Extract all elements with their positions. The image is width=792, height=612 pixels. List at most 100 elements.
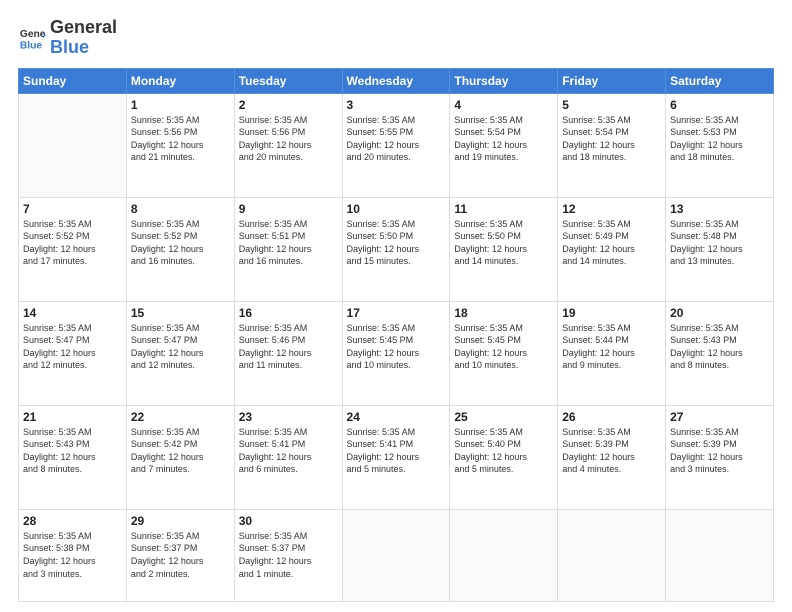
cell-info: Sunrise: 5:35 AMSunset: 5:47 PMDaylight:…: [23, 322, 122, 372]
day-number: 3: [347, 98, 446, 112]
svg-text:General: General: [20, 29, 46, 40]
cell-info: Sunrise: 5:35 AMSunset: 5:45 PMDaylight:…: [347, 322, 446, 372]
cell-info: Sunrise: 5:35 AMSunset: 5:56 PMDaylight:…: [131, 114, 230, 164]
day-number: 9: [239, 202, 338, 216]
calendar-cell: 14 Sunrise: 5:35 AMSunset: 5:47 PMDayligh…: [19, 301, 127, 405]
calendar-cell: 22Sunrise: 5:35 AMSunset: 5:42 PMDayligh…: [126, 405, 234, 509]
day-number: 5: [562, 98, 661, 112]
cell-info: Sunrise: 5:35 AMSunset: 5:39 PMDaylight:…: [670, 426, 769, 476]
cell-info: Sunrise: 5:35 AMSunset: 5:38 PMDaylight:…: [23, 530, 122, 580]
calendar-header-row: SundayMondayTuesdayWednesdayThursdayFrid…: [19, 68, 774, 93]
calendar-cell: 11 Sunrise: 5:35 AMSunset: 5:50 PMDayligh…: [450, 197, 558, 301]
day-number: 4: [454, 98, 553, 112]
calendar-cell: [558, 509, 666, 601]
calendar-cell: 24 Sunrise: 5:35 AMSunset: 5:41 PMDayligh…: [342, 405, 450, 509]
day-number: 23: [239, 410, 338, 424]
calendar-cell: 19 Sunrise: 5:35 AMSunset: 5:44 PMDayligh…: [558, 301, 666, 405]
day-number: 15: [131, 306, 230, 320]
cell-info: Sunrise: 5:35 AMSunset: 5:54 PMDaylight:…: [562, 114, 661, 164]
calendar-cell: 2 Sunrise: 5:35 AMSunset: 5:56 PMDaylight…: [234, 93, 342, 197]
cell-info: Sunrise: 5:35 AMSunset: 5:42 PMDaylight:…: [131, 426, 230, 476]
day-number: 27: [670, 410, 769, 424]
logo-blue-text: Blue: [50, 37, 89, 57]
day-of-week-saturday: Saturday: [666, 68, 774, 93]
day-of-week-monday: Monday: [126, 68, 234, 93]
calendar-cell: 28 Sunrise: 5:35 AMSunset: 5:38 PMDayligh…: [19, 509, 127, 601]
day-number: 17: [347, 306, 446, 320]
calendar-cell: 16 Sunrise: 5:35 AMSunset: 5:46 PMDayligh…: [234, 301, 342, 405]
logo-icon: General Blue: [18, 24, 46, 52]
logo-wordmark: General Blue: [50, 18, 117, 58]
day-number: 14: [23, 306, 122, 320]
cell-info: Sunrise: 5:35 AMSunset: 5:45 PMDaylight:…: [454, 322, 553, 372]
day-number: 20: [670, 306, 769, 320]
cell-info: Sunrise: 5:35 AMSunset: 5:51 PMDaylight:…: [239, 218, 338, 268]
day-of-week-sunday: Sunday: [19, 68, 127, 93]
calendar-cell: 9 Sunrise: 5:35 AMSunset: 5:51 PMDaylight…: [234, 197, 342, 301]
calendar-week-row: 1 Sunrise: 5:35 AMSunset: 5:56 PMDaylight…: [19, 93, 774, 197]
calendar-cell: 17 Sunrise: 5:35 AMSunset: 5:45 PMDayligh…: [342, 301, 450, 405]
calendar-cell: 29Sunrise: 5:35 AMSunset: 5:37 PMDayligh…: [126, 509, 234, 601]
cell-info: Sunrise: 5:35 AMSunset: 5:39 PMDaylight:…: [562, 426, 661, 476]
day-number: 28: [23, 514, 122, 528]
cell-info: Sunrise: 5:35 AMSunset: 5:50 PMDaylight:…: [454, 218, 553, 268]
calendar-cell: 12Sunrise: 5:35 AMSunset: 5:49 PMDayligh…: [558, 197, 666, 301]
calendar-cell: 13 Sunrise: 5:35 AMSunset: 5:48 PMDayligh…: [666, 197, 774, 301]
calendar-cell: 23 Sunrise: 5:35 AMSunset: 5:41 PMDayligh…: [234, 405, 342, 509]
calendar-week-row: 14 Sunrise: 5:35 AMSunset: 5:47 PMDayligh…: [19, 301, 774, 405]
day-number: 25: [454, 410, 553, 424]
calendar-table: SundayMondayTuesdayWednesdayThursdayFrid…: [18, 68, 774, 602]
header: General Blue General Blue: [18, 18, 774, 58]
calendar-cell: 25Sunrise: 5:35 AMSunset: 5:40 PMDayligh…: [450, 405, 558, 509]
calendar-cell: 21 Sunrise: 5:35 AMSunset: 5:43 PMDayligh…: [19, 405, 127, 509]
cell-info: Sunrise: 5:35 AMSunset: 5:41 PMDaylight:…: [347, 426, 446, 476]
calendar-cell: [450, 509, 558, 601]
calendar-cell: 27 Sunrise: 5:35 AMSunset: 5:39 PMDayligh…: [666, 405, 774, 509]
svg-text:Blue: Blue: [20, 40, 43, 51]
cell-info: Sunrise: 5:35 AMSunset: 5:46 PMDaylight:…: [239, 322, 338, 372]
day-number: 7: [23, 202, 122, 216]
logo-general-text: General: [50, 17, 117, 37]
cell-info: Sunrise: 5:35 AMSunset: 5:52 PMDaylight:…: [131, 218, 230, 268]
day-number: 24: [347, 410, 446, 424]
day-of-week-tuesday: Tuesday: [234, 68, 342, 93]
cell-info: Sunrise: 5:35 AMSunset: 5:54 PMDaylight:…: [454, 114, 553, 164]
day-of-week-friday: Friday: [558, 68, 666, 93]
page: General Blue General Blue SundayMondayTu…: [0, 0, 792, 612]
cell-info: Sunrise: 5:35 AMSunset: 5:37 PMDaylight:…: [131, 530, 230, 580]
calendar-cell: 3 Sunrise: 5:35 AMSunset: 5:55 PMDaylight…: [342, 93, 450, 197]
day-number: 19: [562, 306, 661, 320]
day-number: 21: [23, 410, 122, 424]
day-number: 11: [454, 202, 553, 216]
day-number: 6: [670, 98, 769, 112]
cell-info: Sunrise: 5:35 AMSunset: 5:56 PMDaylight:…: [239, 114, 338, 164]
day-number: 13: [670, 202, 769, 216]
day-number: 2: [239, 98, 338, 112]
cell-info: Sunrise: 5:35 AMSunset: 5:48 PMDaylight:…: [670, 218, 769, 268]
day-of-week-wednesday: Wednesday: [342, 68, 450, 93]
cell-info: Sunrise: 5:35 AMSunset: 5:44 PMDaylight:…: [562, 322, 661, 372]
calendar-cell: 7Sunrise: 5:35 AMSunset: 5:52 PMDaylight…: [19, 197, 127, 301]
calendar-week-row: 28 Sunrise: 5:35 AMSunset: 5:38 PMDayligh…: [19, 509, 774, 601]
calendar-cell: [19, 93, 127, 197]
day-number: 30: [239, 514, 338, 528]
cell-info: Sunrise: 5:35 AMSunset: 5:50 PMDaylight:…: [347, 218, 446, 268]
day-number: 12: [562, 202, 661, 216]
calendar-cell: 8Sunrise: 5:35 AMSunset: 5:52 PMDaylight…: [126, 197, 234, 301]
cell-info: Sunrise: 5:35 AMSunset: 5:41 PMDaylight:…: [239, 426, 338, 476]
logo: General Blue General Blue: [18, 18, 117, 58]
calendar-cell: [342, 509, 450, 601]
calendar-cell: 18 Sunrise: 5:35 AMSunset: 5:45 PMDayligh…: [450, 301, 558, 405]
day-number: 18: [454, 306, 553, 320]
day-number: 1: [131, 98, 230, 112]
calendar-week-row: 7 Sunrise: 5:35 AMSunset: 5:52 PMDaylight…: [19, 197, 774, 301]
calendar-cell: 6Sunrise: 5:35 AMSunset: 5:53 PMDaylight…: [666, 93, 774, 197]
day-number: 16: [239, 306, 338, 320]
calendar-cell: 30Sunrise: 5:35 AMSunset: 5:37 PMDayligh…: [234, 509, 342, 601]
cell-info: Sunrise: 5:35 AMSunset: 5:43 PMDaylight:…: [23, 426, 122, 476]
calendar-week-row: 21 Sunrise: 5:35 AMSunset: 5:43 PMDayligh…: [19, 405, 774, 509]
calendar-cell: 1 Sunrise: 5:35 AMSunset: 5:56 PMDaylight…: [126, 93, 234, 197]
calendar-cell: 20 Sunrise: 5:35 AMSunset: 5:43 PMDayligh…: [666, 301, 774, 405]
cell-info: Sunrise: 5:35 AMSunset: 5:55 PMDaylight:…: [347, 114, 446, 164]
cell-info: Sunrise: 5:35 AMSunset: 5:43 PMDaylight:…: [670, 322, 769, 372]
